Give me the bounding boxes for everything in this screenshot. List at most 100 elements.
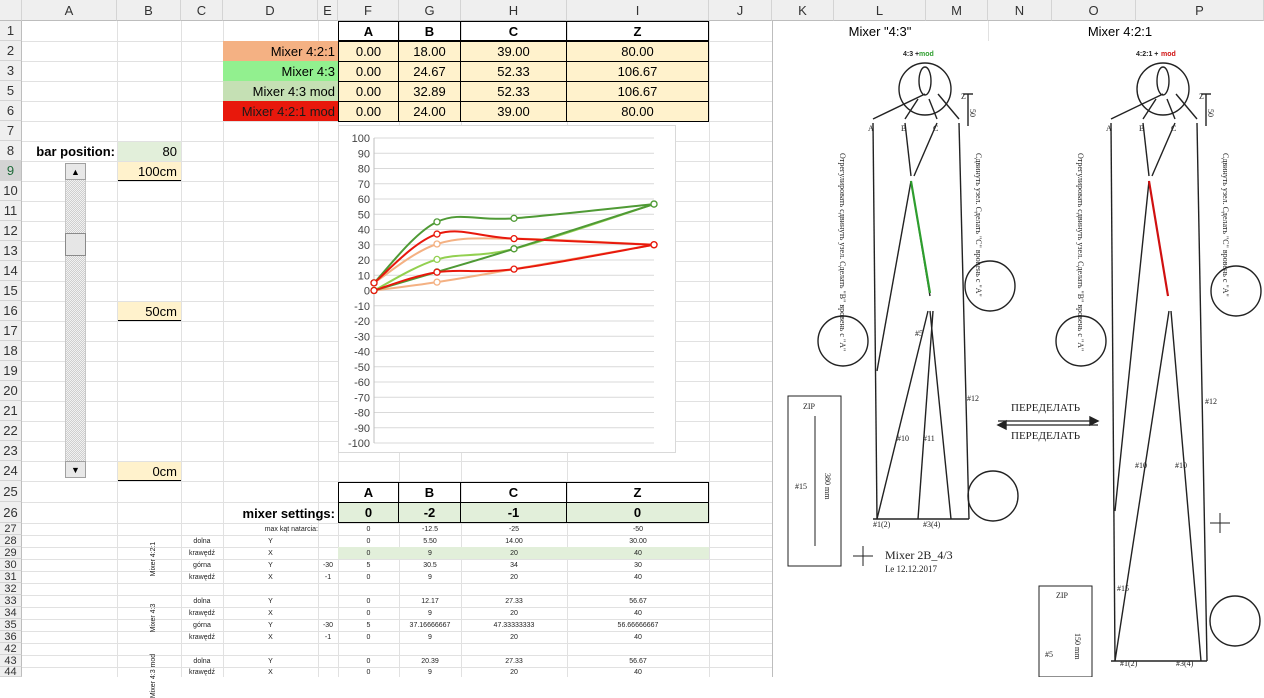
row-header[interactable]: 22 [0, 421, 22, 441]
row-header[interactable]: 23 [0, 441, 22, 461]
col-header-a[interactable]: A [22, 0, 117, 21]
max-angle-a[interactable]: 0 [338, 523, 399, 535]
detail-value[interactable]: 9 [399, 667, 461, 677]
row-header[interactable]: 19 [0, 361, 22, 381]
row-header[interactable]: 25 [0, 481, 22, 502]
row-header[interactable]: 32 [0, 583, 22, 595]
detail-value[interactable]: 0 [338, 547, 399, 559]
detail-value[interactable]: 20 [461, 667, 567, 677]
col-header-b[interactable]: B [117, 0, 181, 21]
col-header-l[interactable]: L [834, 0, 926, 21]
detail-value[interactable]: 0 [338, 535, 399, 547]
max-angle-c[interactable]: -25 [461, 523, 567, 535]
mixer-value[interactable]: 24.67 [398, 61, 461, 82]
detail-value[interactable]: 40 [567, 607, 709, 619]
detail-value[interactable]: 40 [567, 667, 709, 677]
row-header[interactable]: 44 [0, 666, 22, 678]
detail-value[interactable]: 5 [338, 619, 399, 631]
scroll-down-icon[interactable]: ▼ [65, 461, 86, 478]
chart-point[interactable] [650, 200, 658, 208]
mixer-value[interactable]: 39.00 [460, 41, 567, 62]
row-header[interactable]: 33 [0, 595, 22, 607]
row-header[interactable]: 16 [0, 301, 22, 321]
col-header-i[interactable]: I [567, 0, 709, 21]
chart-point[interactable] [510, 265, 518, 273]
row-header[interactable]: 13 [0, 241, 22, 261]
row-header[interactable]: 21 [0, 401, 22, 421]
col-header-h[interactable]: H [461, 0, 567, 21]
bar-position-value[interactable]: 80 [118, 142, 181, 161]
row-header[interactable]: 28 [0, 535, 22, 547]
detail-value[interactable]: 30.00 [567, 535, 709, 547]
row-header[interactable]: 34 [0, 607, 22, 619]
chart-point[interactable] [370, 279, 378, 287]
detail-value[interactable]: 14.00 [461, 535, 567, 547]
hdr-z[interactable]: Z [566, 21, 709, 41]
row-header[interactable]: 24 [0, 461, 22, 481]
detail-value[interactable]: 30.5 [399, 559, 461, 571]
chart-point[interactable] [433, 240, 441, 248]
detail-value[interactable]: 20 [461, 547, 567, 559]
row-header[interactable]: 27 [0, 523, 22, 535]
setting-b[interactable]: -2 [398, 502, 461, 523]
mixer-name-43mod[interactable]: Mixer 4:3 mod [223, 81, 338, 101]
mixer-name-421mod[interactable]: Mixer 4:2:1 mod [223, 101, 338, 121]
detail-value[interactable]: 0 [338, 667, 399, 677]
settings-hdr-a[interactable]: A [338, 482, 399, 503]
col-header-f[interactable]: F [338, 0, 399, 21]
row-header[interactable]: 12 [0, 221, 22, 241]
detail-value[interactable]: 30 [567, 559, 709, 571]
mixer-value[interactable]: 106.67 [566, 81, 709, 102]
col-header-m[interactable]: M [926, 0, 988, 21]
row-header[interactable]: 11 [0, 201, 22, 221]
detail-value[interactable]: 0 [338, 655, 399, 667]
max-angle-b[interactable]: -12.5 [399, 523, 461, 535]
row-header[interactable]: 8 [0, 141, 22, 161]
chart-point[interactable] [510, 214, 518, 222]
mixer-value[interactable]: 0.00 [338, 81, 399, 102]
detail-value[interactable]: 20 [461, 571, 567, 583]
setting-c[interactable]: -1 [460, 502, 567, 523]
row-header[interactable]: 35 [0, 619, 22, 631]
mixer-value[interactable]: 0.00 [338, 41, 399, 62]
setting-a[interactable]: 0 [338, 502, 399, 523]
detail-value[interactable]: 0 [338, 595, 399, 607]
detail-value[interactable]: 9 [399, 631, 461, 643]
chart-point[interactable] [510, 235, 518, 243]
mixer-value[interactable]: 80.00 [566, 101, 709, 122]
select-all-corner[interactable] [0, 0, 22, 21]
hdr-b[interactable]: B [398, 21, 461, 41]
hdr-c[interactable]: C [460, 21, 567, 41]
detail-value[interactable]: 40 [567, 547, 709, 559]
row-header[interactable]: 2 [0, 41, 22, 61]
chart-point[interactable] [370, 286, 378, 295]
scroll-thumb[interactable] [65, 233, 86, 256]
detail-value[interactable]: 5.50 [399, 535, 461, 547]
row-header[interactable]: 6 [0, 101, 22, 121]
row-header[interactable]: 3 [0, 61, 22, 81]
row-header[interactable]: 14 [0, 261, 22, 281]
chart-point[interactable] [650, 241, 658, 249]
row-header[interactable]: 30 [0, 559, 22, 571]
detail-value[interactable]: 9 [399, 607, 461, 619]
detail-value[interactable]: 0 [338, 631, 399, 643]
row-header[interactable]: 26 [0, 502, 22, 523]
settings-hdr-b[interactable]: B [398, 482, 461, 503]
detail-value[interactable]: 56.67 [567, 655, 709, 667]
mixer-value[interactable]: 32.89 [398, 81, 461, 102]
detail-value[interactable]: 40 [567, 631, 709, 643]
detail-value[interactable]: 0 [338, 571, 399, 583]
detail-value[interactable]: 5 [338, 559, 399, 571]
col-header-p[interactable]: P [1136, 0, 1264, 21]
row-header[interactable]: 15 [0, 281, 22, 301]
settings-hdr-c[interactable]: C [460, 482, 567, 503]
detail-value[interactable]: 9 [399, 571, 461, 583]
hdr-a[interactable]: A [338, 21, 399, 41]
detail-value[interactable]: 20 [461, 631, 567, 643]
detail-value[interactable]: 56.67 [567, 595, 709, 607]
mixer-value[interactable]: 18.00 [398, 41, 461, 62]
settings-hdr-z[interactable]: Z [566, 482, 709, 503]
mixer-value[interactable]: 80.00 [566, 41, 709, 62]
mixer-name-421[interactable]: Mixer 4:2:1 [223, 41, 338, 61]
row-header[interactable]: 29 [0, 547, 22, 559]
